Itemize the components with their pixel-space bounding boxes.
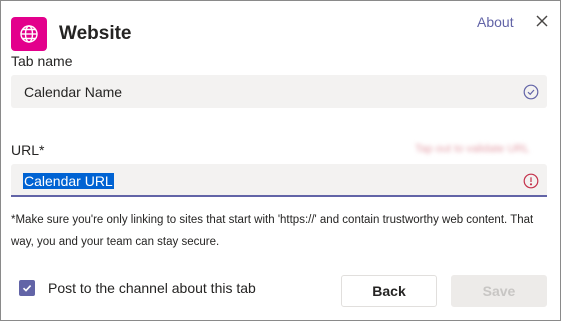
back-button[interactable]: Back bbox=[341, 275, 437, 307]
url-field[interactable]: Calendar URL bbox=[11, 164, 547, 197]
tab-name-value[interactable]: Calendar Name bbox=[24, 84, 122, 100]
error-circle-icon bbox=[523, 173, 539, 189]
about-link[interactable]: About bbox=[477, 14, 514, 30]
post-to-channel-checkbox[interactable] bbox=[19, 280, 35, 296]
globe-icon bbox=[11, 17, 47, 51]
security-note: *Make sure you're only linking to sites … bbox=[11, 214, 534, 248]
add-tab-dialog: Website About Tab name Calendar Name URL… bbox=[0, 0, 561, 321]
tab-name-field[interactable]: Calendar Name bbox=[11, 75, 547, 108]
save-button[interactable]: Save bbox=[451, 275, 547, 307]
url-error-message: Tap out to validate URL bbox=[415, 143, 530, 155]
url-value[interactable]: Calendar URL bbox=[23, 173, 114, 189]
close-icon[interactable] bbox=[534, 13, 550, 29]
post-to-channel-label[interactable]: Post to the channel about this tab bbox=[48, 280, 256, 296]
check-circle-icon bbox=[523, 84, 539, 100]
tab-name-label: Tab name bbox=[11, 53, 73, 69]
dialog-title: Website bbox=[59, 23, 132, 44]
url-label: URL* bbox=[11, 142, 45, 158]
